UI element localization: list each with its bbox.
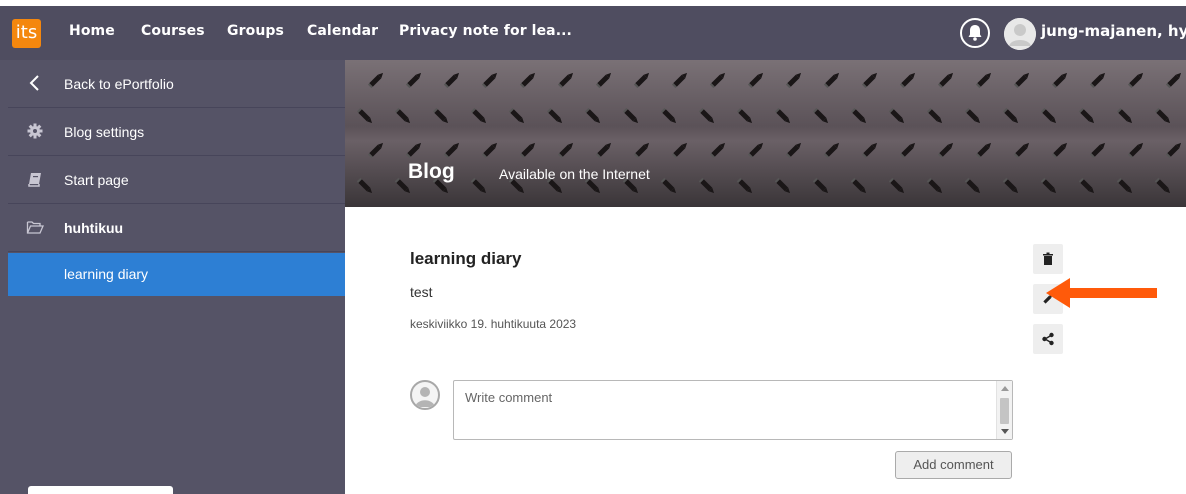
book-icon (28, 173, 41, 187)
comment-input[interactable]: Write comment (453, 380, 1013, 440)
app-window: its Home Courses Groups Calendar Privacy… (0, 0, 1186, 494)
notifications-bell-icon[interactable] (960, 18, 990, 48)
share-icon (1042, 332, 1054, 346)
nav-groups[interactable]: Groups (227, 23, 284, 39)
nav-privacy-note[interactable]: Privacy note for lea... (399, 23, 572, 39)
sidebar-item-back-to-eportfolio[interactable]: Back to ePortfolio (8, 61, 345, 108)
user-name[interactable]: jung-majanen, hye (1041, 22, 1186, 40)
share-post-button[interactable] (1033, 324, 1063, 354)
post-date: keskiviikko 19. huhtikuuta 2023 (410, 317, 577, 331)
sidebar-bottom-button[interactable] (28, 486, 173, 494)
annotation-arrow (1046, 278, 1157, 308)
add-comment-button[interactable]: Add comment (895, 451, 1012, 479)
trash-icon (1043, 252, 1053, 265)
comment-scrollbar[interactable] (996, 381, 1012, 439)
folder-open-icon (26, 221, 44, 234)
gear-icon (27, 123, 43, 139)
nav-calendar[interactable]: Calendar (307, 23, 378, 39)
sidebar-item-label: huhtikuu (64, 220, 124, 236)
post-title: learning diary (410, 249, 522, 268)
sidebar-item-label: Start page (64, 172, 129, 188)
sidebar-item-blog-settings[interactable]: Blog settings (8, 109, 345, 156)
user-avatar[interactable] (1004, 18, 1036, 50)
pencil-pattern-background (345, 60, 1186, 207)
blog-banner: Blog Available on the Internet (345, 60, 1186, 207)
page-title: Blog (408, 160, 455, 183)
delete-post-button[interactable] (1033, 244, 1063, 274)
commenter-avatar (410, 380, 440, 410)
sidebar: Back to ePortfolio Blog settings Start p… (0, 60, 345, 494)
its-logo[interactable]: its (12, 19, 41, 48)
scroll-up-icon[interactable] (1001, 385, 1009, 391)
scrollbar-thumb[interactable] (1000, 398, 1009, 424)
sidebar-item-learning-diary[interactable]: learning diary (8, 253, 345, 296)
sidebar-item-huhtikuu[interactable]: huhtikuu (8, 205, 345, 252)
visibility-status: Available on the Internet (499, 166, 650, 182)
chevron-left-icon (29, 75, 39, 91)
sidebar-item-label: Blog settings (64, 124, 145, 140)
sidebar-item-label: Back to ePortfolio (64, 76, 174, 92)
top-navigation-bar: its Home Courses Groups Calendar Privacy… (0, 0, 1186, 60)
sidebar-item-label: learning diary (64, 266, 149, 282)
nav-courses[interactable]: Courses (141, 23, 205, 39)
comment-placeholder: Write comment (465, 390, 553, 405)
sidebar-item-start-page[interactable]: Start page (8, 157, 345, 204)
post-body: test (410, 284, 433, 300)
scroll-down-icon[interactable] (1001, 429, 1009, 435)
nav-home[interactable]: Home (69, 23, 115, 39)
